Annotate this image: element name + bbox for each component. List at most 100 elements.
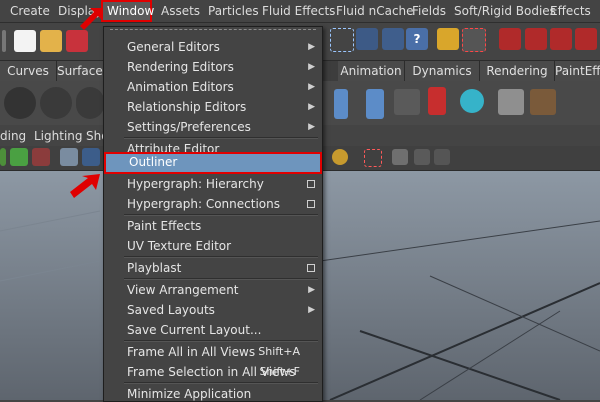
save-scene-icon[interactable] [66, 30, 88, 52]
menu-fluid-ncache[interactable]: Fluid nCache [332, 0, 418, 22]
menu-item-label: Minimize Application [127, 387, 252, 401]
submenu-arrow-icon: ▶ [308, 102, 315, 112]
material-sphere-icon[interactable] [460, 89, 484, 113]
shortcut-label: Shift+A [258, 345, 300, 358]
option-box-icon[interactable] [307, 200, 315, 208]
menu-effects[interactable]: Effects [546, 0, 595, 22]
spot-light-icon[interactable] [366, 89, 384, 119]
menu-particles[interactable]: Particles [204, 0, 263, 22]
open-scene-icon[interactable] [40, 30, 62, 52]
menu-item-frame-all[interactable]: Frame All in All Views Shift+A [104, 342, 322, 362]
tab-dynamics[interactable]: Dynamics [405, 61, 480, 81]
cube-icon[interactable] [392, 149, 408, 165]
menu-item-hypergraph-connections[interactable]: Hypergraph: Connections [104, 194, 322, 214]
menu-item-general-editors[interactable]: General Editors ▶ [104, 37, 322, 57]
menu-item-paint-effects[interactable]: Paint Effects [104, 216, 322, 236]
menu-item-minimize-application[interactable]: Minimize Application [104, 384, 322, 401]
texture-icon[interactable] [498, 89, 524, 115]
menu-item-label: General Editors [127, 40, 220, 54]
camera-aim-up-icon[interactable] [76, 87, 104, 119]
snap-magnet-icon[interactable] [382, 28, 404, 50]
menu-item-label: Save Current Layout... [127, 323, 262, 337]
menu-item-label: Saved Layouts [127, 303, 215, 317]
menu-item-playblast[interactable]: Playblast [104, 258, 322, 278]
select-object-icon[interactable] [462, 28, 486, 52]
menu-soft-rigid-bodies[interactable]: Soft/Rigid Bodies [450, 0, 560, 22]
menu-item-label: View Arrangement [127, 283, 239, 297]
lock-icon[interactable] [437, 28, 459, 50]
menu-item-label: Frame All in All Views [127, 345, 256, 359]
panel-menu-lighting[interactable]: Lighting [34, 126, 83, 146]
shortcut-label: Shift+F [259, 365, 300, 378]
menu-item-saved-layouts[interactable]: Saved Layouts ▶ [104, 300, 322, 320]
menu-item-label: Animation Editors [127, 80, 234, 94]
submenu-arrow-icon: ▶ [308, 42, 315, 52]
new-scene-icon[interactable] [14, 30, 36, 52]
menu-item-label: Relationship Editors [127, 100, 247, 114]
menu-item-save-current-layout[interactable]: Save Current Layout... [104, 320, 322, 340]
wireframe-icon[interactable] [60, 148, 78, 166]
magnet-icon[interactable] [499, 28, 521, 50]
menu-item-label: Paint Effects [127, 219, 202, 233]
lighting-sphere-icon[interactable] [332, 149, 348, 165]
menu-create[interactable]: Create [6, 0, 54, 22]
option-box-icon[interactable] [307, 264, 315, 272]
camera-aim-icon[interactable] [40, 87, 72, 119]
menu-window[interactable]: Window [101, 0, 154, 22]
menu-assets[interactable]: Assets [157, 0, 204, 22]
render-icon[interactable] [428, 87, 446, 115]
select-frame-icon[interactable] [364, 149, 382, 167]
submenu-arrow-icon: ▶ [308, 122, 315, 132]
panel-menu-shading[interactable]: ding [0, 126, 26, 146]
tab-painteffects[interactable]: PaintEff [555, 61, 600, 81]
menu-item-label: Outliner [129, 155, 178, 169]
tab-surfaces[interactable]: Surfaces [57, 61, 109, 81]
paint-brush-icon[interactable] [530, 89, 556, 115]
annotation-arrow-menu [80, 8, 102, 30]
submenu-arrow-icon: ▶ [308, 285, 315, 295]
menu-item-label: UV Texture Editor [127, 239, 232, 253]
magnet-icon-2[interactable] [525, 28, 547, 50]
menu-item-settings-preferences[interactable]: Settings/Preferences ▶ [104, 117, 322, 137]
submenu-arrow-icon: ▶ [308, 62, 315, 72]
smooth-shade-icon[interactable] [82, 148, 100, 166]
menu-item-label: Settings/Preferences [127, 120, 251, 134]
menu-item-frame-selection[interactable]: Frame Selection in All Views Shift+F [104, 362, 322, 382]
isolate-icon[interactable] [10, 148, 28, 166]
menu-item-label: Hypergraph: Hierarchy [127, 177, 264, 191]
menu-item-animation-editors[interactable]: Animation Editors ▶ [104, 77, 322, 97]
toggle-icon[interactable] [32, 148, 50, 166]
window-menu-dropdown: General Editors ▶ Rendering Editors ▶ An… [103, 26, 323, 402]
menu-item-rendering-editors[interactable]: Rendering Editors ▶ [104, 57, 322, 77]
tab-animation[interactable]: Animation [338, 61, 405, 81]
share-icon[interactable] [434, 149, 450, 165]
menu-item-relationship-editors[interactable]: Relationship Editors ▶ [104, 97, 322, 117]
toolbar-grip-icon[interactable] [2, 30, 6, 52]
help-icon[interactable]: ? [406, 28, 428, 50]
magnet-icon-4[interactable] [575, 28, 597, 50]
menu-item-uv-texture-editor[interactable]: UV Texture Editor [104, 236, 322, 256]
option-box-icon[interactable] [307, 180, 315, 188]
menu-item-label: Hypergraph: Connections [127, 197, 280, 211]
hypershade-icon[interactable] [394, 89, 420, 115]
snap-points-icon[interactable] [356, 28, 378, 50]
xray-icon[interactable] [0, 148, 6, 166]
snap-grid-icon[interactable] [330, 28, 354, 52]
submenu-arrow-icon: ▶ [308, 305, 315, 315]
tear-off-line[interactable] [110, 29, 316, 34]
magnet-icon-3[interactable] [550, 28, 572, 50]
tab-curves[interactable]: Curves [0, 61, 57, 81]
light-icon[interactable] [334, 89, 348, 119]
camera-icon[interactable] [4, 87, 36, 119]
menu-item-outliner[interactable]: Outliner [104, 152, 322, 174]
menu-fields[interactable]: Fields [408, 0, 450, 22]
frames-icon[interactable] [414, 149, 430, 165]
annotation-arrow-outliner [70, 174, 100, 198]
menu-item-label: Rendering Editors [127, 60, 234, 74]
menu-item-view-arrangement[interactable]: View Arrangement ▶ [104, 280, 322, 300]
tab-rendering[interactable]: Rendering [480, 61, 555, 81]
submenu-arrow-icon: ▶ [308, 82, 315, 92]
menu-item-hypergraph-hierarchy[interactable]: Hypergraph: Hierarchy [104, 174, 322, 194]
menu-fluid-effects[interactable]: Fluid Effects [258, 0, 339, 22]
menu-item-label: Playblast [127, 261, 182, 275]
